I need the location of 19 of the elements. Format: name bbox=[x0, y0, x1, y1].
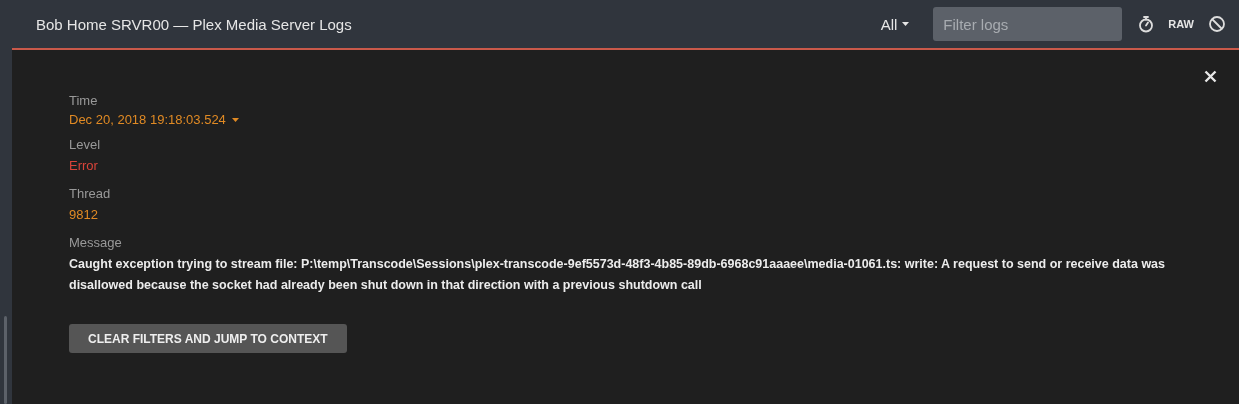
close-icon[interactable] bbox=[1204, 70, 1217, 83]
stopwatch-icon[interactable] bbox=[1138, 15, 1155, 33]
page-title: Bob Home SRVR00 — Plex Media Server Logs bbox=[36, 15, 352, 33]
block-icon[interactable] bbox=[1208, 15, 1226, 33]
filter-field[interactable]: Filter logs bbox=[933, 7, 1123, 41]
clear-filters-button[interactable]: CLEAR FILTERS AND JUMP TO CONTEXT bbox=[69, 324, 347, 353]
message-text: Caught exception trying to stream file: P:\temp\Transcode\Sessions\plex-transcode-9ef5573d-48f3-4b85-89db-6968c91aaaee\media-01061.ts: write: A request to send or receive data was disallowed because the socket had already been shut down in that direction with a previous shutdown call bbox=[69, 256, 1166, 294]
field-label: Message bbox=[69, 234, 123, 251]
field-label: Time bbox=[69, 92, 99, 109]
level-filter-dropdown[interactable]: All bbox=[880, 15, 910, 33]
field-label: Level bbox=[69, 136, 101, 153]
field-label: Thread bbox=[69, 185, 111, 202]
caret-icon bbox=[902, 22, 910, 26]
caret-icon bbox=[231, 117, 239, 122]
time-dropdown[interactable]: Dec 20, 2018 19:18:03.524 bbox=[69, 112, 239, 127]
field-value: Error bbox=[69, 157, 99, 175]
field-value: 9812 bbox=[69, 206, 99, 224]
scrollbar[interactable] bbox=[4, 316, 7, 404]
raw-button[interactable]: RAW bbox=[1154, 18, 1208, 30]
